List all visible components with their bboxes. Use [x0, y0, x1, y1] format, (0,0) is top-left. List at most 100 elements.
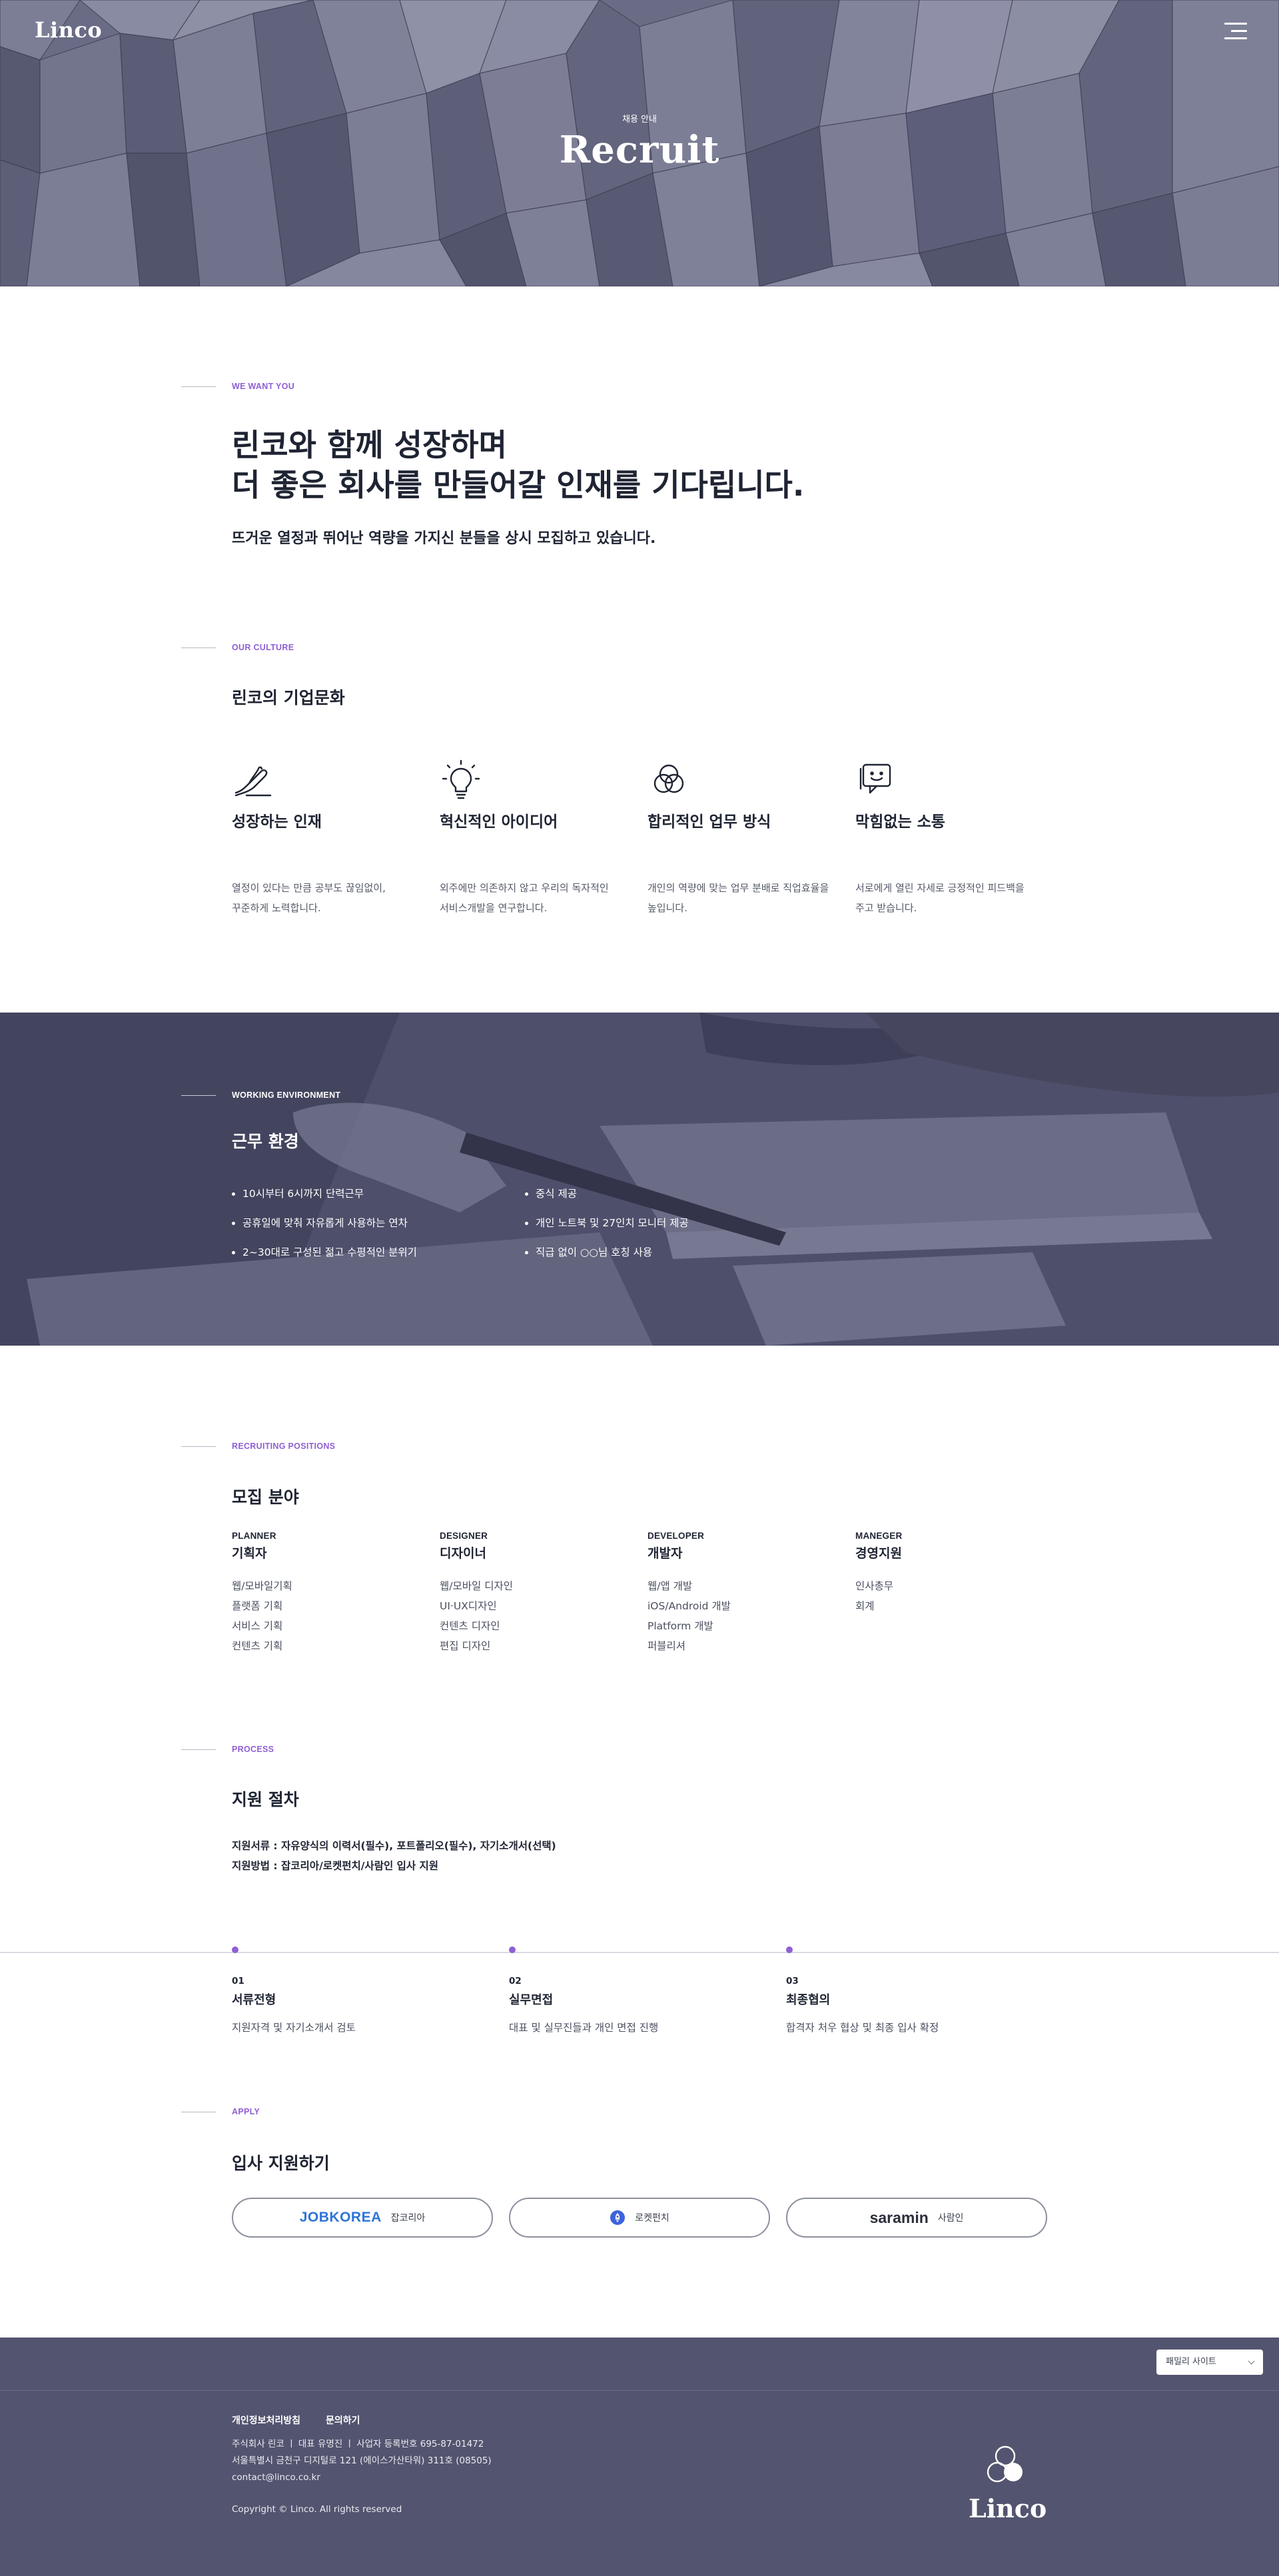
- position-column-designer: DESIGNER 디자이너 웹/모바일 디자인 UI·UX디자인 컨텐츠 디자인…: [440, 1531, 640, 1656]
- position-column-developer: DEVELOPER 개발자 웹/앱 개발 iOS/Android 개발 Plat…: [647, 1531, 847, 1656]
- apply-button-label: 사람인: [937, 2213, 964, 2224]
- timeline-dot: [232, 1946, 238, 1953]
- rocketpunch-logo-icon: [610, 2210, 626, 2225]
- culture-title: 린코의 기업문화: [232, 688, 345, 707]
- list-item: 개인 노트북 및 27인치 모니터 제공: [525, 1215, 689, 1244]
- want-heading-line1: 린코와 함께 성장하며: [232, 427, 507, 463]
- apply-button-label: 로켓펀치: [635, 2213, 669, 2224]
- process-title: 지원 절차: [232, 1790, 299, 1809]
- environment-label-text: WORKING ENVIRONMENT: [232, 1090, 341, 1100]
- writing-hand-icon: [234, 766, 272, 797]
- apply-label-text: APPLY: [232, 2107, 260, 2116]
- culture-item-desc: 외주에만 의존하지 않고 우리의 독자적인 서비스개발을 연구합니다.: [440, 882, 609, 914]
- company-info-line: 주식회사 린코 ㅣ 대표 유명진 ㅣ 사업자 등록번호 695-87-01472: [232, 2439, 484, 2449]
- list-item: 웹/앱 개발: [647, 1580, 693, 1592]
- position-en: DEVELOPER: [647, 1531, 705, 1541]
- culture-item-title: 성장하는 인재: [232, 813, 322, 831]
- culture-item-title: 혁신적인 아이디어: [440, 813, 558, 831]
- copyright: Copyright © Linco. All rights reserved: [232, 2504, 402, 2515]
- list-item: 플랫폼 기획: [232, 1600, 283, 1612]
- footer-divider: [0, 2390, 1279, 2391]
- culture-item: 막힘없는 소통 서로에게 열린 자세로 긍정적인 피드백을 주고 받습니다.: [855, 758, 1055, 914]
- step-title: 실무면접: [509, 1993, 554, 2007]
- company-address: 서울특별시 금천구 디지털로 121 (에이스가산타워) 311호 (08505…: [232, 2455, 492, 2466]
- site-logo[interactable]: Linco: [35, 17, 102, 43]
- position-en: MANEGER: [855, 1531, 903, 1541]
- list-item: 회계: [855, 1600, 875, 1612]
- footer-links: 개인정보처리방침 문의하기: [232, 2413, 360, 2427]
- want-subtext: 뜨거운 열정과 뛰어난 역량을 가지신 분들을 상시 모집하고 있습니다.: [232, 530, 656, 547]
- footer-logo-text: Linco: [969, 2493, 1047, 2523]
- process-method: 지원방법 : 잡코리아/로켓펀치/사람인 입사 지원: [232, 1860, 439, 1872]
- position-column-manager: MANEGER 경영지원 인사총무 회계: [855, 1531, 1055, 1616]
- culture-item-desc: 개인의 역량에 맞는 업무 분배로 직업효율을 높입니다.: [647, 882, 829, 914]
- position-column-planner: PLANNER 기획자 웹/모바일기획 플랫폼 기획 서비스 기획 컨텐츠 기획: [232, 1531, 432, 1656]
- process-label-text: PROCESS: [232, 1745, 274, 1754]
- company-info: 주식회사 린코 ㅣ 대표 유명진 ㅣ 사업자 등록번호 695-87-01472…: [232, 2436, 492, 2486]
- timeline-dot: [509, 1946, 516, 1953]
- footer-logo: Linco: [969, 2444, 1047, 2523]
- label-line: [181, 1094, 216, 1096]
- working-environment-section: WORKING ENVIRONMENT 근무 환경 10시부터 6시까지 단력근…: [0, 1013, 1279, 1346]
- culture-label-text: OUR CULTURE: [232, 643, 294, 652]
- list-item: UI·UX디자인: [440, 1600, 497, 1612]
- office-background-image: [0, 1013, 1279, 1346]
- apply-button-label: 잡코리아: [390, 2213, 426, 2224]
- environment-list-right: 중식 제공 개인 노트북 및 27인치 모니터 제공 직급 없이 ○○님 호칭 …: [525, 1186, 689, 1274]
- jobkorea-apply-button[interactable]: JOBKOREA 잡코리아: [232, 2198, 493, 2238]
- want-heading: 린코와 함께 성장하며 더 좋은 회사를 만들어갈 인재를 기다립니다.: [232, 425, 804, 505]
- contact-link[interactable]: 문의하기: [326, 2413, 360, 2427]
- rocketpunch-apply-button[interactable]: 로켓펀치: [509, 2198, 770, 2238]
- list-item: 퍼블리셔: [647, 1640, 686, 1652]
- list-item: Platform 개발: [647, 1620, 713, 1632]
- position-en: DESIGNER: [440, 1531, 488, 1541]
- label-line: [181, 1749, 216, 1750]
- chat-smile-icon: [859, 763, 891, 794]
- hero-banner: Linco 채용 안내 Recruit: [0, 0, 1279, 286]
- saramin-logo: saramin: [869, 2208, 929, 2226]
- culture-item-desc: 서로에게 열린 자세로 긍정적인 피드백을 주고 받습니다.: [855, 882, 1025, 914]
- step-desc: 합격자 처우 협상 및 최종 입사 확정: [786, 2022, 939, 2034]
- want-heading-line2: 더 좋은 회사를 만들어갈 인재를 기다립니다.: [232, 467, 805, 503]
- apply-title: 입사 지원하기: [232, 2154, 330, 2173]
- positions-title: 모집 분야: [232, 1488, 299, 1507]
- step-number: 01: [232, 1976, 244, 1986]
- label-line: [181, 1446, 216, 1447]
- jobkorea-logo: JOBKOREA: [299, 2210, 382, 2225]
- saramin-apply-button[interactable]: saramin 사람인: [786, 2198, 1047, 2238]
- culture-item-title: 막힘없는 소통: [855, 813, 945, 831]
- step-number: 03: [786, 1976, 799, 1986]
- lightbulb-icon: [442, 759, 480, 799]
- privacy-policy-link[interactable]: 개인정보처리방침: [232, 2413, 300, 2427]
- process-docs: 지원서류 : 자유양식의 이력서(필수), 포트폴리오(필수), 자기소개서(선…: [232, 1840, 556, 1852]
- positions-label-text: RECRUITING POSITIONS: [232, 1442, 336, 1451]
- want-label-text: WE WANT YOU: [232, 382, 295, 391]
- step-title: 서류전형: [232, 1993, 276, 2007]
- list-item: 10시부터 6시까지 단력근무: [232, 1186, 417, 1215]
- page-eyebrow: 채용 안내: [622, 115, 657, 125]
- timeline-dot: [786, 1946, 793, 1953]
- venn-circles-icon: [653, 764, 684, 793]
- company-email: contact@linco.co.kr: [232, 2472, 320, 2483]
- label-line: [181, 647, 216, 648]
- list-item: 웹/모바일기획: [232, 1580, 292, 1592]
- list-item: 인사총무: [855, 1580, 894, 1592]
- step-number: 02: [509, 1976, 522, 1986]
- list-item: 웹/모바일 디자인: [440, 1580, 513, 1592]
- hamburger-menu-icon[interactable]: [1224, 23, 1247, 40]
- process-timeline: [0, 1952, 1279, 1953]
- family-site-select[interactable]: 패밀리 사이트: [1156, 2350, 1263, 2375]
- list-item: 공휴일에 맞춰 자유롭게 사용하는 연차: [232, 1215, 417, 1244]
- list-item: 컨텐츠 디자인: [440, 1620, 500, 1632]
- list-item: 편집 디자인: [440, 1640, 491, 1652]
- list-item: iOS/Android 개발: [647, 1600, 731, 1612]
- list-item: 직급 없이 ○○님 호칭 사용: [525, 1244, 689, 1274]
- page-title: Recruit: [559, 128, 720, 172]
- position-ko: 개발자: [647, 1546, 683, 1561]
- position-ko: 기획자: [232, 1546, 267, 1561]
- label-line: [181, 386, 216, 387]
- list-item: 서비스 기획: [232, 1620, 283, 1632]
- step-desc: 대표 및 실무진들과 개인 면접 진행: [509, 2022, 659, 2034]
- culture-item: 성장하는 인재 열정이 있다는 만큼 공부도 끊임없이, 꾸준하게 노력합니다.: [232, 758, 432, 914]
- environment-list-left: 10시부터 6시까지 단력근무 공휴일에 맞춰 자유롭게 사용하는 연차 2~3…: [232, 1186, 417, 1274]
